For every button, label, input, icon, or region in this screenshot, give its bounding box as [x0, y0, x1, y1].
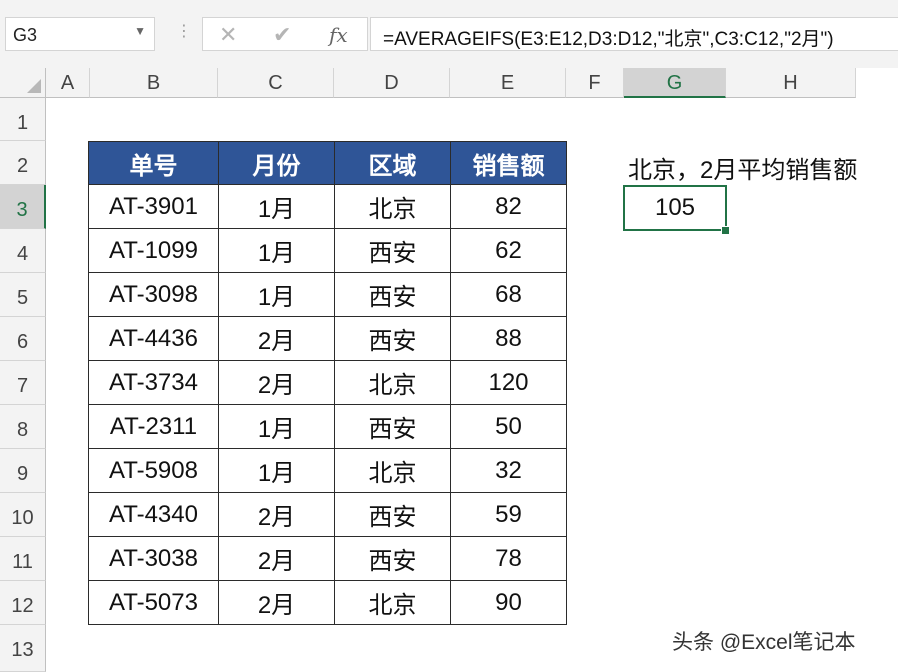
row-header-9[interactable]: 9: [0, 449, 46, 493]
column-header-h[interactable]: H: [726, 68, 856, 98]
formula-input[interactable]: =AVERAGEIFS(E3:E12,D3:D12,"北京",C3:C12,"2…: [370, 17, 898, 51]
column-header-c[interactable]: C: [218, 68, 334, 98]
sales-cell[interactable]: 59: [450, 492, 567, 537]
row-header-11[interactable]: 11: [0, 537, 46, 581]
table-header-row: 单号 月份 区域 销售额: [88, 141, 567, 185]
table-row: AT-4436 2月 西安 88: [88, 316, 567, 361]
table-row: AT-2311 1月 西安 50: [88, 404, 567, 449]
enter-icon[interactable]: ✔: [273, 22, 291, 48]
sales-cell[interactable]: 88: [450, 316, 567, 361]
table-row: AT-5073 2月 北京 90: [88, 580, 567, 625]
order-no-cell[interactable]: AT-3038: [88, 536, 219, 581]
row-header-3[interactable]: 3: [0, 185, 46, 229]
region-cell[interactable]: 北京: [334, 184, 451, 229]
insert-function-icon[interactable]: fx: [329, 23, 348, 47]
region-cell[interactable]: 西安: [334, 404, 451, 449]
sales-cell[interactable]: 78: [450, 536, 567, 581]
row-header-1[interactable]: 1: [0, 98, 46, 141]
fill-handle[interactable]: [721, 226, 730, 235]
row-header-8[interactable]: 8: [0, 405, 46, 449]
table-row: AT-3901 1月 北京 82: [88, 184, 567, 229]
month-cell[interactable]: 2月: [218, 316, 335, 361]
row-header-7[interactable]: 7: [0, 361, 46, 405]
sales-cell[interactable]: 82: [450, 184, 567, 229]
column-header-g[interactable]: G: [624, 68, 726, 98]
region-cell[interactable]: 北京: [334, 360, 451, 405]
order-no-cell[interactable]: AT-1099: [88, 228, 219, 273]
table-row: AT-3098 1月 西安 68: [88, 272, 567, 317]
row-header-12[interactable]: 12: [0, 581, 46, 625]
row-header-6[interactable]: 6: [0, 317, 46, 361]
region-cell[interactable]: 西安: [334, 492, 451, 537]
table-row: AT-5908 1月 北京 32: [88, 448, 567, 493]
chevron-down-icon[interactable]: ▼: [134, 24, 146, 38]
order-no-cell[interactable]: AT-3901: [88, 184, 219, 229]
row-header-4[interactable]: 4: [0, 229, 46, 273]
formula-bar-area: G3 ▼ ⋮ ✕ ✔ fx =AVERAGEIFS(E3:E12,D3:D12,…: [0, 0, 898, 68]
sales-cell[interactable]: 62: [450, 228, 567, 273]
month-cell[interactable]: 2月: [218, 360, 335, 405]
order-no-cell[interactable]: AT-5073: [88, 580, 219, 625]
header-region[interactable]: 区域: [334, 141, 451, 185]
order-no-cell[interactable]: AT-5908: [88, 448, 219, 493]
row-header-13[interactable]: 13: [0, 625, 46, 672]
formula-text: =AVERAGEIFS(E3:E12,D3:D12,"北京",C3:C12,"2…: [383, 29, 834, 50]
column-header-e[interactable]: E: [450, 68, 566, 98]
row-header-10[interactable]: 10: [0, 493, 46, 537]
sales-cell[interactable]: 68: [450, 272, 567, 317]
month-cell[interactable]: 1月: [218, 228, 335, 273]
month-cell[interactable]: 1月: [218, 404, 335, 449]
column-header-d[interactable]: D: [334, 68, 450, 98]
name-box[interactable]: G3 ▼: [5, 17, 155, 51]
sales-table: 单号 月份 区域 销售额 AT-3901 1月 北京 82 AT-1099 1月 西安 62 A…: [88, 141, 567, 625]
order-no-cell[interactable]: AT-3734: [88, 360, 219, 405]
header-month[interactable]: 月份: [218, 141, 335, 185]
header-order-no[interactable]: 单号: [88, 141, 219, 185]
region-cell[interactable]: 西安: [334, 316, 451, 361]
region-cell[interactable]: 西安: [334, 536, 451, 581]
cancel-icon[interactable]: ✕: [219, 22, 237, 48]
sales-cell[interactable]: 120: [450, 360, 567, 405]
sales-cell[interactable]: 32: [450, 448, 567, 493]
region-cell[interactable]: 西安: [334, 272, 451, 317]
table-row: AT-4340 2月 西安 59: [88, 492, 567, 537]
order-no-cell[interactable]: AT-4340: [88, 492, 219, 537]
row-header-5[interactable]: 5: [0, 273, 46, 317]
column-header-a[interactable]: A: [46, 68, 90, 98]
month-cell[interactable]: 1月: [218, 184, 335, 229]
select-all-icon: [27, 79, 41, 93]
month-cell[interactable]: 2月: [218, 580, 335, 625]
drag-handle-icon[interactable]: ⋮: [176, 24, 192, 40]
row-header-2[interactable]: 2: [0, 141, 46, 185]
header-sales[interactable]: 销售额: [450, 141, 567, 185]
month-cell[interactable]: 2月: [218, 492, 335, 537]
select-all-button[interactable]: [0, 68, 46, 98]
formula-buttons: ✕ ✔ fx: [202, 17, 368, 51]
table-row: AT-3734 2月 北京 120: [88, 360, 567, 405]
order-no-cell[interactable]: AT-4436: [88, 316, 219, 361]
result-label-cell[interactable]: 北京，2月平均销售额: [628, 150, 857, 185]
table-row: AT-1099 1月 西安 62: [88, 228, 567, 273]
sales-cell[interactable]: 50: [450, 404, 567, 449]
table-row: AT-3038 2月 西安 78: [88, 536, 567, 581]
region-cell[interactable]: 北京: [334, 580, 451, 625]
column-header-f[interactable]: F: [566, 68, 624, 98]
column-header-b[interactable]: B: [90, 68, 218, 98]
region-cell[interactable]: 北京: [334, 448, 451, 493]
active-cell-g3[interactable]: 105: [623, 185, 727, 231]
watermark-text: 头条 @Excel笔记本: [672, 631, 856, 654]
name-box-value: G3: [13, 25, 38, 45]
region-cell[interactable]: 西安: [334, 228, 451, 273]
order-no-cell[interactable]: AT-2311: [88, 404, 219, 449]
month-cell[interactable]: 1月: [218, 448, 335, 493]
sales-cell[interactable]: 90: [450, 580, 567, 625]
month-cell[interactable]: 2月: [218, 536, 335, 581]
order-no-cell[interactable]: AT-3098: [88, 272, 219, 317]
month-cell[interactable]: 1月: [218, 272, 335, 317]
